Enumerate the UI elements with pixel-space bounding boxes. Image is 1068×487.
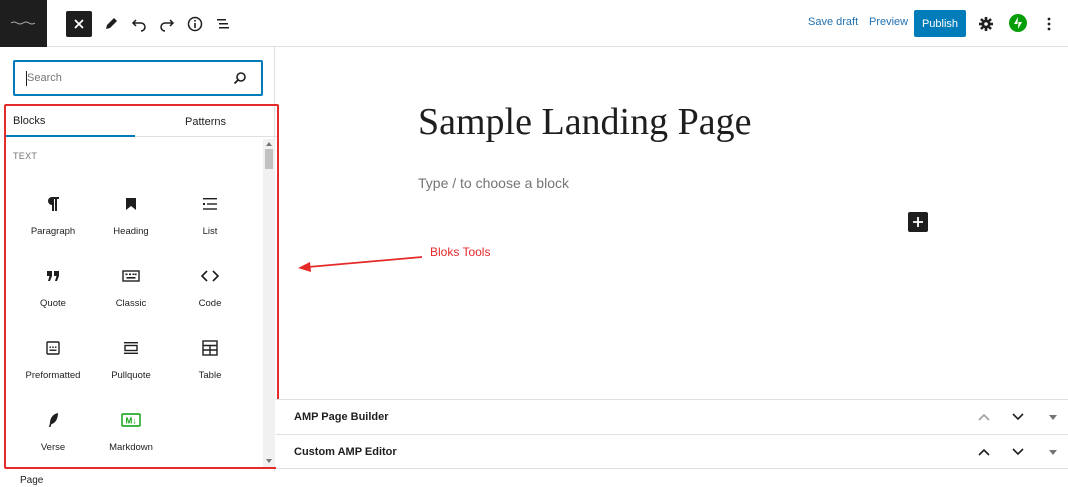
block-label: Paragraph: [30, 226, 76, 237]
block-classic[interactable]: Classic: [92, 258, 170, 318]
more-vertical-icon: [1047, 17, 1051, 31]
toggle-panel-button[interactable]: [1044, 443, 1062, 461]
block-preformatted[interactable]: Preformatted: [14, 330, 92, 390]
toggle-panel-button[interactable]: [1044, 408, 1062, 426]
move-up-button[interactable]: [975, 443, 993, 461]
list-icon: [200, 194, 220, 214]
heading-icon: [121, 194, 141, 214]
breadcrumb[interactable]: Page: [20, 475, 43, 486]
search-icon: [233, 72, 246, 85]
scroll-down-icon[interactable]: [266, 458, 272, 464]
site-logo[interactable]: [0, 0, 47, 47]
caret-down-icon: [1049, 414, 1057, 420]
site-logo-icon: [11, 21, 35, 25]
block-label: Verse: [40, 442, 66, 453]
jetpack-icon: [1014, 17, 1022, 29]
block-label: List: [202, 226, 218, 237]
preview-button[interactable]: Preview: [869, 16, 908, 28]
preformatted-icon: [43, 338, 63, 358]
block-label: Quote: [40, 298, 66, 309]
svg-text:M↓: M↓: [126, 417, 137, 426]
list-view-button[interactable]: [210, 11, 236, 37]
info-icon: [187, 16, 203, 32]
annotation-label: Bloks Tools: [430, 245, 491, 259]
metabox-title: Custom AMP Editor: [294, 446, 397, 458]
save-draft-button[interactable]: Save draft: [808, 16, 858, 28]
post-title[interactable]: Sample Landing Page: [418, 100, 751, 144]
block-pullquote[interactable]: Pullquote: [92, 330, 170, 390]
caret-down-icon: [1049, 449, 1057, 455]
chevron-down-icon: [1012, 448, 1024, 456]
search-input[interactable]: Search: [27, 72, 62, 84]
move-up-button[interactable]: [975, 408, 993, 426]
close-inserter-button[interactable]: [66, 11, 92, 37]
chevron-up-icon: [978, 413, 990, 421]
editor-header: Save draft Preview Publish: [0, 0, 1068, 47]
tab-blocks[interactable]: Blocks: [6, 106, 135, 137]
metabox-custom-amp-editor: Custom AMP Editor: [276, 434, 1068, 469]
gear-icon: [979, 17, 993, 31]
metabox-amp-page-builder: AMP Page Builder: [276, 399, 1068, 434]
pullquote-icon: [121, 338, 141, 358]
move-down-button[interactable]: [1009, 408, 1027, 426]
options-button[interactable]: [1036, 11, 1062, 37]
feather-icon: [43, 410, 63, 430]
redo-button[interactable]: [154, 11, 180, 37]
block-label: Markdown: [109, 442, 153, 453]
markdown-icon: M↓: [121, 410, 141, 430]
inserter-tabs: Blocks Patterns: [6, 106, 277, 137]
code-icon: [200, 266, 220, 286]
block-label: Code: [198, 298, 222, 309]
undo-icon: [131, 19, 146, 32]
undo-button[interactable]: [126, 11, 152, 37]
block-heading[interactable]: Heading: [92, 186, 170, 246]
publish-button[interactable]: Publish: [914, 10, 966, 37]
jetpack-button[interactable]: [1009, 14, 1027, 32]
pencil-icon: [106, 18, 117, 29]
block-label: Classic: [115, 298, 147, 309]
move-down-button[interactable]: [1009, 443, 1027, 461]
quote-icon: [43, 266, 63, 286]
keyboard-icon: [121, 266, 141, 286]
redo-icon: [160, 19, 175, 32]
plus-icon: [913, 217, 923, 227]
block-table[interactable]: Table: [171, 330, 249, 390]
block-list[interactable]: List: [171, 186, 249, 246]
paragraph-icon: [43, 194, 63, 214]
chevron-up-icon: [978, 448, 990, 456]
list-view-icon: [217, 19, 229, 29]
block-search[interactable]: Search: [13, 60, 263, 96]
settings-button[interactable]: [973, 11, 999, 37]
chevron-down-icon: [1012, 413, 1024, 421]
blocks-tools-highlight: Blocks Patterns TEXT Paragraph Heading L…: [4, 104, 279, 469]
block-label: Pullquote: [111, 370, 151, 381]
block-markdown[interactable]: M↓ Markdown: [92, 402, 170, 462]
block-code[interactable]: Code: [171, 258, 249, 318]
metabox-title: AMP Page Builder: [294, 411, 389, 423]
category-heading: TEXT: [13, 151, 38, 161]
close-icon: [74, 19, 84, 29]
block-label: Table: [198, 370, 222, 381]
block-label: Preformatted: [25, 370, 81, 381]
block-placeholder[interactable]: Type / to choose a block: [418, 175, 569, 191]
scrollbar-thumb[interactable]: [265, 149, 273, 169]
inserter-scrollbar[interactable]: [263, 139, 275, 467]
block-verse[interactable]: Verse: [14, 402, 92, 462]
block-paragraph[interactable]: Paragraph: [14, 186, 92, 246]
tab-patterns[interactable]: Patterns: [141, 106, 270, 137]
scroll-up-icon[interactable]: [266, 141, 272, 147]
details-button[interactable]: [182, 11, 208, 37]
block-label: Heading: [113, 226, 149, 237]
table-icon: [200, 338, 220, 358]
annotation-arrow: [298, 256, 423, 272]
add-block-button[interactable]: [908, 212, 928, 232]
tools-button[interactable]: [98, 11, 124, 37]
block-quote[interactable]: Quote: [14, 258, 92, 318]
